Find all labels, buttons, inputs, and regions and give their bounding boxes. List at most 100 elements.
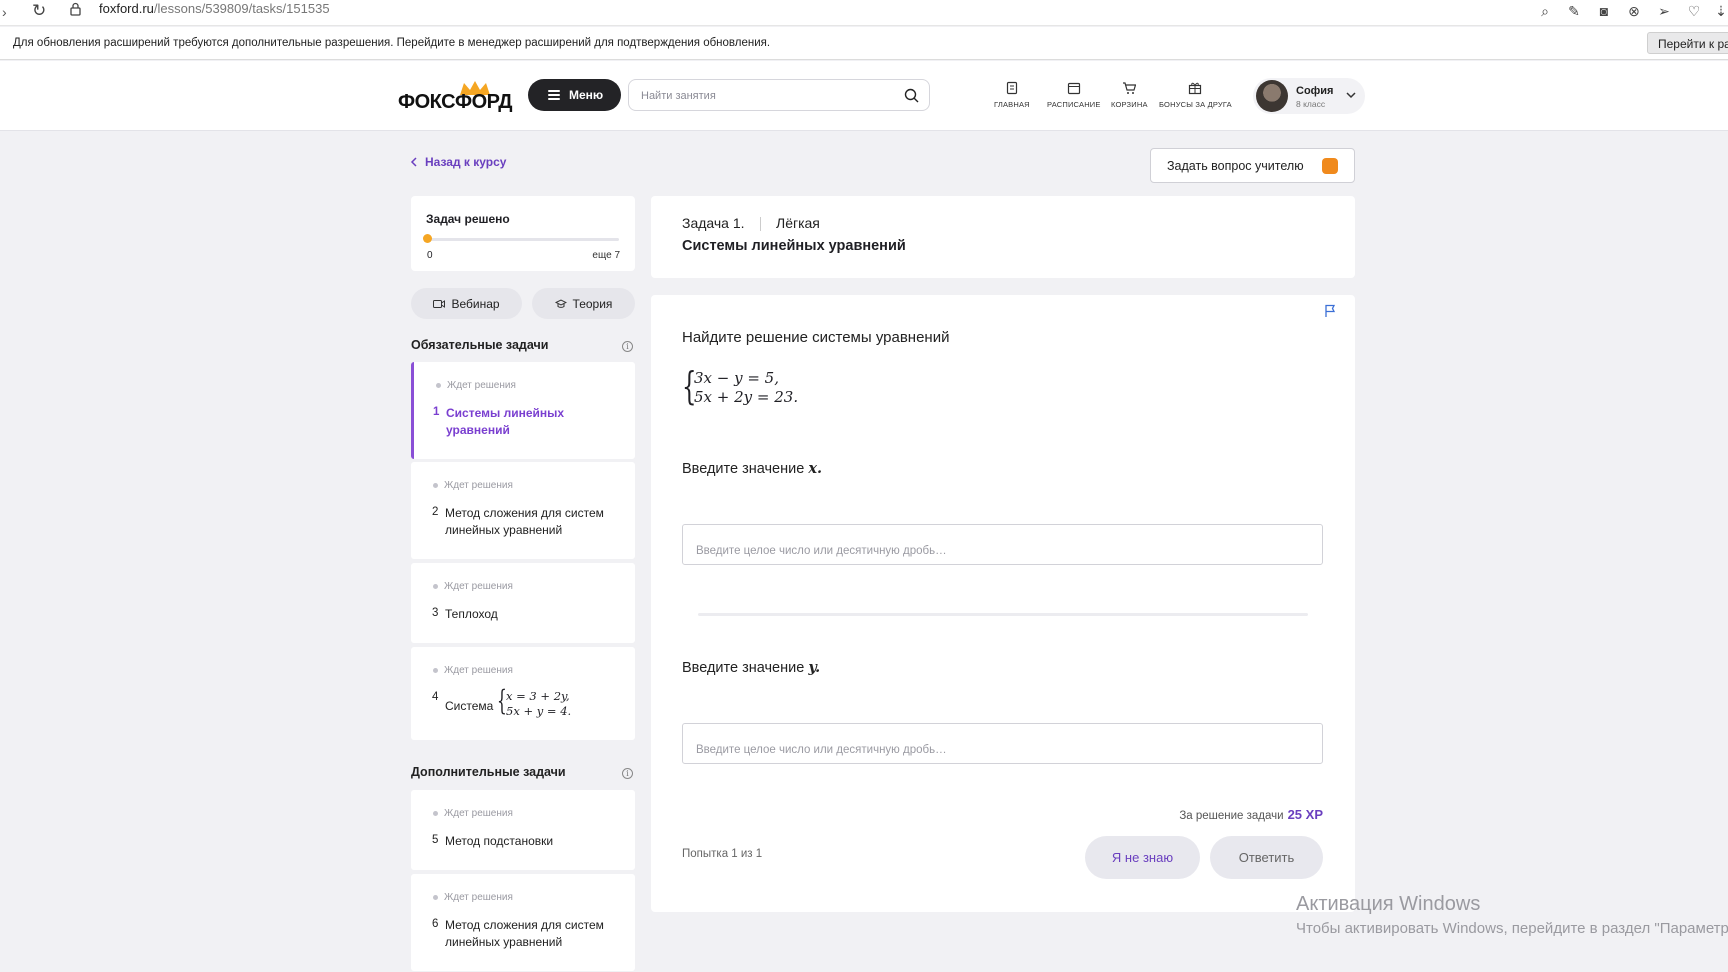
graduation-cap-icon <box>554 298 567 308</box>
dont-know-button[interactable]: Я не знаю <box>1085 836 1200 879</box>
task-card-title: Системы линейных уравнений <box>682 238 906 254</box>
reward-info: За решение задачи 25 XP <box>1179 807 1323 822</box>
task-item-4[interactable]: Ждет решения 4 Система { x = 3 + 2y, 5x … <box>411 647 635 740</box>
progress-title: Задач решено <box>426 212 510 226</box>
task-number: 3 <box>432 607 439 619</box>
nav-home-label: ГЛАВНАЯ <box>994 100 1030 109</box>
attempt-counter: Попытка 1 из 1 <box>682 848 763 860</box>
task-name: Системы линейных уравнений <box>446 406 565 437</box>
reload-icon[interactable]: ↻ <box>32 1 46 21</box>
logo-text: ФОКСФОРД <box>398 91 512 113</box>
tab-theory-label: Теория <box>572 296 613 311</box>
answer-y-input[interactable] <box>682 723 1323 764</box>
task-status-label: Ждет решения <box>444 892 513 903</box>
zoom-icon[interactable]: ⌕ <box>1537 3 1553 19</box>
extra-tasks-heading: Дополнительные задачи <box>411 765 566 779</box>
lock-icon <box>70 2 81 16</box>
progress-bar <box>427 238 619 241</box>
task-status: Ждет решения <box>433 581 513 592</box>
search-input[interactable]: Найти занятия <box>628 79 930 111</box>
nav-cart-label: КОРЗИНА <box>1111 100 1148 109</box>
prompt-y-label: Введите значение <box>682 660 805 676</box>
answer-x-input[interactable] <box>682 524 1323 565</box>
nav-cart[interactable]: КОРЗИНА <box>1111 81 1148 109</box>
info-icon[interactable]: i <box>622 341 633 352</box>
task-item-5[interactable]: Ждет решения 5 Метод подстановки <box>411 790 635 870</box>
divider <box>760 217 761 231</box>
profile-grade: 8 класс <box>1296 99 1326 109</box>
home-icon <box>1006 81 1018 95</box>
heart-icon[interactable]: ♡ <box>1686 3 1702 19</box>
task-equation-1: x = 3 + 2y, <box>506 689 570 703</box>
chevron-down-icon <box>1346 92 1356 99</box>
downloads-icon[interactable]: ⇣ <box>1713 3 1728 19</box>
ask-teacher-button[interactable]: Задать вопрос учителю <box>1150 148 1355 183</box>
task-number: 1 <box>433 406 440 418</box>
ask-teacher-label: Задать вопрос учителю <box>1167 159 1304 173</box>
task-item-3[interactable]: Ждет решения 3 Теплоход <box>411 563 635 643</box>
nav-schedule[interactable]: РАСПИСАНИЕ <box>1047 81 1101 109</box>
task-status-label: Ждет решения <box>444 581 513 592</box>
calendar-icon <box>1067 82 1080 95</box>
task-number: 5 <box>432 834 439 846</box>
send-icon[interactable]: ➢ <box>1656 3 1672 19</box>
flag-icon[interactable] <box>1324 304 1338 318</box>
go-to-extensions-button[interactable]: Перейти к ра <box>1647 32 1728 54</box>
watermark-text: Чтобы активировать Windows, перейдите в … <box>1296 920 1728 937</box>
task-card-level: Лёгкая <box>776 215 820 231</box>
question-text: Найдите решение системы уравнений <box>682 329 950 346</box>
menu-icon <box>548 88 560 102</box>
foxford-logo[interactable]: ФОКСФОРД <box>398 81 512 113</box>
task-status-label: Ждет решения <box>444 665 513 676</box>
task-status-label: Ждет решения <box>444 480 513 491</box>
task-status: Ждет решения <box>433 480 513 491</box>
nav-bonus[interactable]: БОНУСЫ ЗА ДРУГА <box>1159 81 1232 109</box>
prompt-x-variable: x. <box>808 460 823 477</box>
task-status-label: Ждет решения <box>444 808 513 819</box>
task-item-1[interactable]: Ждет решения 1 Системы линейных уравнени… <box>411 362 635 459</box>
task-status: Ждет решения <box>433 892 513 903</box>
nav-bonus-label: БОНУСЫ ЗА ДРУГА <box>1159 100 1232 109</box>
menu-label: Меню <box>569 88 604 102</box>
back-to-course-link[interactable]: Назад к курсу <box>410 155 506 169</box>
task-name: Теплоход <box>445 607 498 621</box>
task-header-card: Задача 1. Лёгкая Системы линейных уравне… <box>651 196 1355 278</box>
windows-activation-watermark: Активация Windows Чтобы активировать Win… <box>1296 893 1728 937</box>
fox-icon <box>1322 158 1338 174</box>
address-bar[interactable]: foxford.ru/lessons/539809/tasks/151535 <box>99 1 330 16</box>
task-status: Ждет решения <box>436 380 516 391</box>
equation-1: 3x − y = 5, <box>694 369 779 387</box>
video-icon <box>433 299 446 308</box>
tab-webinar[interactable]: Вебинар <box>411 288 522 319</box>
url-path: /lessons/539809/tasks/151535 <box>153 1 330 16</box>
back-link-label: Назад к курсу <box>425 155 507 169</box>
task-name: Метод сложения для систем линейных уравн… <box>445 918 604 949</box>
extension-notice-bar: Для обновления расширений требуются допо… <box>0 27 1728 60</box>
notice-text: Для обновления расширений требуются допо… <box>13 37 771 49</box>
edit-icon[interactable]: ✎ <box>1566 3 1582 19</box>
watermark-title: Активация Windows <box>1296 893 1481 915</box>
blocker-icon[interactable]: ⊗ <box>1626 3 1642 19</box>
divider <box>698 613 1308 616</box>
task-item-2[interactable]: Ждет решения 2 Метод сложения для систем… <box>411 462 635 559</box>
task-item-6[interactable]: Ждет решения 6 Метод сложения для систем… <box>411 874 635 971</box>
forward-icon[interactable]: › <box>2 4 7 20</box>
search-icon[interactable] <box>904 88 919 103</box>
task-body-card: Найдите решение системы уравнений { 3x −… <box>651 295 1355 912</box>
task-card-number: Задача 1. <box>682 215 745 231</box>
progress-remaining: еще 7 <box>592 250 620 261</box>
task-name: Метод подстановки <box>445 834 554 848</box>
task-status: Ждет решения <box>433 665 513 676</box>
info-icon[interactable]: i <box>622 768 633 779</box>
tab-theory[interactable]: Теория <box>532 288 635 319</box>
chevron-left-icon <box>410 157 417 167</box>
answer-button[interactable]: Ответить <box>1210 836 1323 879</box>
gift-icon <box>1189 82 1202 95</box>
required-tasks-heading: Обязательные задачи <box>411 338 549 352</box>
nav-home[interactable]: ГЛАВНАЯ <box>994 81 1030 109</box>
browser-toolbar: › ↻ foxford.ru/lessons/539809/tasks/1515… <box>0 0 1728 26</box>
camera-icon[interactable]: ◙ <box>1596 3 1612 19</box>
profile-menu[interactable]: София 8 класс <box>1253 78 1365 114</box>
menu-button[interactable]: Меню <box>528 79 621 111</box>
reward-value: 25 XP <box>1287 807 1323 822</box>
